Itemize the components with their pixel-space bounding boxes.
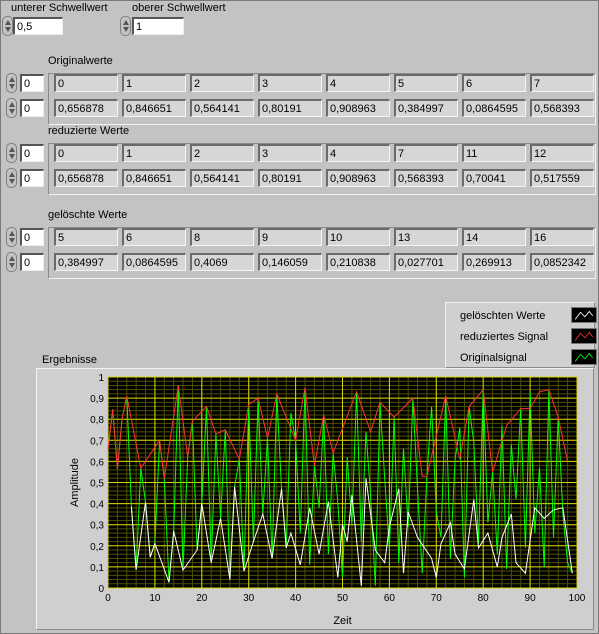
array-title: Originalwerte: [48, 55, 113, 67]
array-value-cell[interactable]: 0,846651: [122, 99, 186, 117]
legend-label: gelöschten Werte: [460, 310, 546, 322]
array-value-cell[interactable]: 0,80191: [258, 169, 322, 187]
line-sample-icon: [571, 349, 597, 365]
array-index-cell[interactable]: 4: [326, 144, 390, 162]
array-value-cell[interactable]: 0,568393: [530, 99, 594, 117]
array-index-spinner[interactable]: [6, 227, 17, 247]
array-value-cell[interactable]: 0,70041: [462, 169, 526, 187]
array-value-cell[interactable]: 0,146059: [258, 253, 322, 271]
array-index-input[interactable]: 0: [20, 144, 44, 162]
spin-down-icon[interactable]: [9, 154, 15, 159]
spin-up-icon[interactable]: [9, 256, 15, 261]
array-index-cell[interactable]: 3: [258, 144, 322, 162]
array-index-input[interactable]: 0: [20, 99, 44, 117]
array-value-cell[interactable]: 0,656878: [54, 99, 118, 117]
array-value-cell[interactable]: 0,4069: [190, 253, 254, 271]
array-value-cell[interactable]: 0,908963: [326, 169, 390, 187]
array-value-cell[interactable]: 0,908963: [326, 99, 390, 117]
spin-up-icon[interactable]: [9, 77, 15, 82]
array-index-cell[interactable]: 0: [54, 74, 118, 92]
upper-threshold-label: oberer Schwellwert: [132, 2, 226, 14]
legend-item-deleted[interactable]: gelöschten Werte: [460, 307, 597, 325]
spin-down-icon[interactable]: [123, 27, 129, 32]
array-index-cell[interactable]: 5: [54, 228, 118, 246]
array-index-input[interactable]: 0: [20, 74, 44, 92]
array-value-cell[interactable]: 0,656878: [54, 169, 118, 187]
array-value-cell[interactable]: 0,80191: [258, 99, 322, 117]
spin-down-icon[interactable]: [9, 84, 15, 89]
waveform-graph-frame: [36, 368, 594, 630]
upper-threshold-input[interactable]: 1: [132, 17, 184, 35]
array-index-input[interactable]: 0: [20, 228, 44, 246]
array-index-cell[interactable]: 7: [394, 144, 458, 162]
array-index-spinner[interactable]: [6, 168, 17, 188]
legend-item-original[interactable]: Originalsignal: [460, 349, 597, 367]
array-index-spinner[interactable]: [6, 252, 17, 272]
array-index-cell[interactable]: 0: [54, 144, 118, 162]
legend-item-reduced[interactable]: reduziertes Signal: [460, 328, 597, 346]
spin-up-icon[interactable]: [9, 172, 15, 177]
array-index-cell[interactable]: 5: [394, 74, 458, 92]
array-value-cell[interactable]: 0,517559: [530, 169, 594, 187]
spin-down-icon[interactable]: [9, 263, 15, 268]
array-value-cell[interactable]: 0,564141: [190, 169, 254, 187]
array-value-cell[interactable]: 0,0852342: [530, 253, 594, 271]
line-sample-icon: [571, 307, 597, 323]
array-index-cell[interactable]: 7: [530, 74, 594, 92]
legend-label: Originalsignal: [460, 352, 527, 364]
array-index-cell[interactable]: 11: [462, 144, 526, 162]
array-index-cell[interactable]: 2: [190, 74, 254, 92]
array-value-cell[interactable]: 0,846651: [122, 169, 186, 187]
array-index-cell[interactable]: 10: [326, 228, 390, 246]
array-index-spinner[interactable]: [6, 143, 17, 163]
array-index-cell[interactable]: 12: [530, 144, 594, 162]
spin-up-icon[interactable]: [9, 147, 15, 152]
array-value-cell[interactable]: 0,0864595: [122, 253, 186, 271]
lower-threshold-label: unterer Schwellwert: [11, 2, 108, 14]
array-index-input[interactable]: 0: [20, 253, 44, 271]
array-index-cell[interactable]: 1: [122, 74, 186, 92]
array-index-cell[interactable]: 8: [190, 228, 254, 246]
array-index-cell[interactable]: 3: [258, 74, 322, 92]
array-index-cell[interactable]: 9: [258, 228, 322, 246]
array-index-cell[interactable]: 4: [326, 74, 390, 92]
array-index-input[interactable]: 0: [20, 169, 44, 187]
array-index-cell[interactable]: 13: [394, 228, 458, 246]
array-index-cell[interactable]: 1: [122, 144, 186, 162]
array-index-cell[interactable]: 6: [462, 74, 526, 92]
spin-down-icon[interactable]: [5, 27, 11, 32]
legend-label: reduziertes Signal: [460, 331, 549, 343]
array-value-cell[interactable]: 0,027701: [394, 253, 458, 271]
array-value-cell[interactable]: 0,0864595: [462, 99, 526, 117]
spin-up-icon[interactable]: [5, 20, 11, 25]
spin-down-icon[interactable]: [9, 238, 15, 243]
array-index-cell[interactable]: 2: [190, 144, 254, 162]
spin-up-icon[interactable]: [9, 102, 15, 107]
spin-down-icon[interactable]: [9, 179, 15, 184]
array-index-spinner[interactable]: [6, 73, 17, 93]
array-value-cell[interactable]: 0,568393: [394, 169, 458, 187]
spin-down-icon[interactable]: [9, 109, 15, 114]
array-index-spinner[interactable]: [6, 98, 17, 118]
lower-threshold-spinner[interactable]: [2, 16, 13, 36]
spin-up-icon[interactable]: [9, 231, 15, 236]
upper-threshold-spinner[interactable]: [120, 16, 131, 36]
spin-up-icon[interactable]: [123, 20, 129, 25]
array-index-cell[interactable]: 16: [530, 228, 594, 246]
line-sample-icon: [571, 328, 597, 344]
array-index-cell[interactable]: 14: [462, 228, 526, 246]
plot-legend: gelöschten Werte reduziertes Signal Orig…: [445, 302, 597, 368]
array-value-cell[interactable]: 0,384997: [394, 99, 458, 117]
array-value-cell[interactable]: 0,210838: [326, 253, 390, 271]
lower-threshold-input[interactable]: 0,5: [13, 17, 63, 35]
array-value-cell[interactable]: 0,269913: [462, 253, 526, 271]
array-title: gelöschte Werte: [48, 209, 128, 221]
graph-title: Ergebnisse: [42, 354, 98, 366]
array-index-cell[interactable]: 6: [122, 228, 186, 246]
array-value-cell[interactable]: 0,384997: [54, 253, 118, 271]
array-title: reduzierte Werte: [48, 125, 130, 137]
array-value-cell[interactable]: 0,564141: [190, 99, 254, 117]
